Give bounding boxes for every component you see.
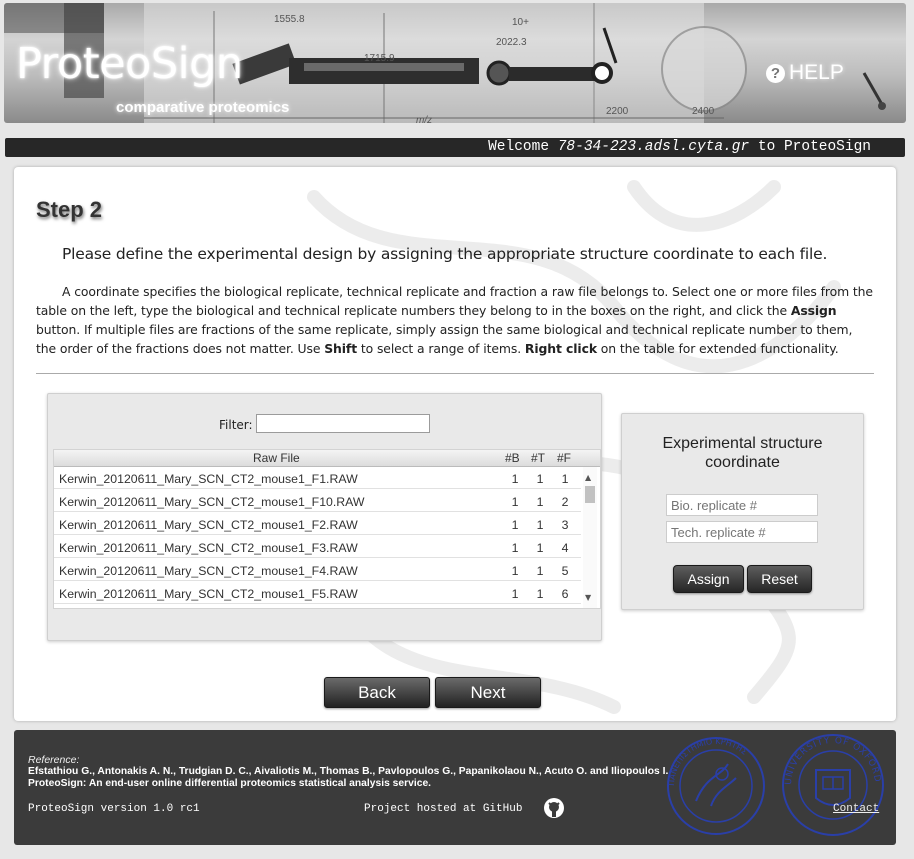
cell-t: 1 [536,587,544,601]
assign-keyword: Assign [790,303,837,318]
table-row[interactable]: Kerwin_20120611_Mary_SCN_CT2_mouse1_F1.R… [54,467,581,489]
coordinate-title: Experimental structure coordinate [622,434,863,472]
welcome-suffix: to ProteoSign [749,139,871,155]
bio-replicate-input[interactable] [666,494,818,516]
github-icon[interactable] [544,798,564,818]
coordinate-panel: Experimental structure coordinate Assign… [621,413,864,610]
main-panel: Step 2 Please define the experimental de… [14,167,896,721]
cell-b: 1 [511,518,519,532]
coordinate-title-line2: coordinate [705,454,780,471]
ruler-label: 10+ [512,17,529,28]
column-header-f[interactable]: #F [557,451,571,465]
welcome-host: 78-34-223.adsl.cyta.gr [557,139,750,155]
help-button[interactable]: ? HELP [766,61,844,85]
table-row[interactable]: Kerwin_20120611_Mary_SCN_CT2_mouse1_F4.R… [54,559,581,581]
app-logo: ProteoSign [16,39,243,89]
column-header-raw-file[interactable]: Raw File [253,451,300,465]
description-text: A coordinate specifies the biological re… [36,284,873,356]
ruler-label: 2022.3 [496,37,527,48]
reference-label: Reference: [28,754,80,766]
cell-t: 1 [536,564,544,578]
cell-t: 1 [536,541,544,555]
footer: Reference: Efstathiou G., Antonakis A. N… [14,730,896,845]
tech-replicate-input[interactable] [666,521,818,543]
scroll-thumb[interactable] [585,486,595,503]
cell-b: 1 [511,495,519,509]
table-row[interactable]: Kerwin_20120611_Mary_SCN_CT2_mouse1_F2.R… [54,513,581,535]
instruction-text: Please define the experimental design by… [62,245,828,263]
filter-label: Filter: [219,418,253,432]
ruler-label: 2400 [692,106,715,117]
university-of-oxford-seal: UNIVERSITY OF OXFORD [782,734,884,836]
version-text: ProteoSign version 1.0 rc1 [28,803,200,815]
cell-b: 1 [511,564,519,578]
divider [36,373,874,374]
cell-f: 3 [561,518,569,532]
filter-input[interactable] [256,414,430,433]
table-row[interactable]: Kerwin_20120611_Mary_SCN_CT2_mouse1_F3.R… [54,536,581,558]
back-button[interactable]: Back [324,677,430,708]
app-tagline: comparative proteomics [116,99,290,116]
ruler-label: m/z [416,115,432,123]
cell-raw-file: Kerwin_20120611_Mary_SCN_CT2_mouse1_F1.R… [59,472,358,486]
assign-button[interactable]: Assign [673,565,744,593]
table-row[interactable]: Kerwin_20120611_Mary_SCN_CT2_mouse1_F10.… [54,490,581,512]
ruler-label: 2200 [606,106,629,117]
welcome-prefix: Welcome [488,139,558,155]
cell-t: 1 [536,495,544,509]
step-title: Step 2 [36,197,103,222]
cell-b: 1 [511,587,519,601]
reference-title: ProteoSign: An end-user online different… [28,778,432,789]
cell-f: 2 [561,495,569,509]
question-icon: ? [766,63,785,83]
ruler-label: 1715.9 [364,53,395,64]
column-header-b[interactable]: #B [505,451,520,465]
shift-keyword: Shift [324,341,358,356]
cell-raw-file: Kerwin_20120611_Mary_SCN_CT2_mouse1_F4.R… [59,564,358,578]
cell-raw-file: Kerwin_20120611_Mary_SCN_CT2_mouse1_F3.R… [59,541,358,555]
contact-link[interactable]: Contact [833,803,879,815]
table-row[interactable]: Kerwin_20120611_Mary_SCN_CT2_mouse1_F5.R… [54,582,581,604]
header-banner: 1555.8 10+ 2022.3 1715.9 2200 2400 m/z P… [4,3,906,123]
cell-b: 1 [511,472,519,486]
cell-raw-file: Kerwin_20120611_Mary_SCN_CT2_mouse1_F5.R… [59,587,358,601]
reset-button[interactable]: Reset [747,565,812,593]
table-scrollbar[interactable]: ▲ ▼ [583,467,597,608]
coordinate-title-line1: Experimental structure [662,435,823,452]
cell-t: 1 [536,472,544,486]
cell-raw-file: Kerwin_20120611_Mary_SCN_CT2_mouse1_F2.R… [59,518,358,532]
right-click-keyword: Right click [524,341,597,356]
scroll-up-arrow-icon[interactable]: ▲ [585,473,591,482]
university-of-crete-seal: ΠΑΝΕΠΙΣΤΗΜΙΟ ΚΡΗΤΗΣ [667,737,765,835]
file-table-panel: Filter: Raw File #B #T #F Kerwin_2012061… [47,393,602,641]
cell-b: 1 [511,541,519,555]
raw-file-table[interactable]: Raw File #B #T #F Kerwin_20120611_Mary_S… [53,449,601,609]
cell-f: 1 [561,472,569,486]
welcome-bar: Welcome 78-34-223.adsl.cyta.gr to Proteo… [5,138,905,157]
ruler-label: 1555.8 [274,14,305,25]
help-label: HELP [789,61,844,84]
column-header-t[interactable]: #T [531,451,545,465]
table-header: Raw File #B #T #F [54,450,600,467]
cell-f: 4 [561,541,569,555]
scroll-down-arrow-icon[interactable]: ▼ [585,593,591,602]
reference-authors: Efstathiou G., Antonakis A. N., Trudgian… [28,766,669,777]
cell-t: 1 [536,518,544,532]
cell-f: 5 [561,564,569,578]
github-text: Project hosted at GitHub [364,803,523,815]
cell-raw-file: Kerwin_20120611_Mary_SCN_CT2_mouse1_F10.… [59,495,365,509]
cell-f: 6 [561,587,569,601]
next-button[interactable]: Next [435,677,541,708]
